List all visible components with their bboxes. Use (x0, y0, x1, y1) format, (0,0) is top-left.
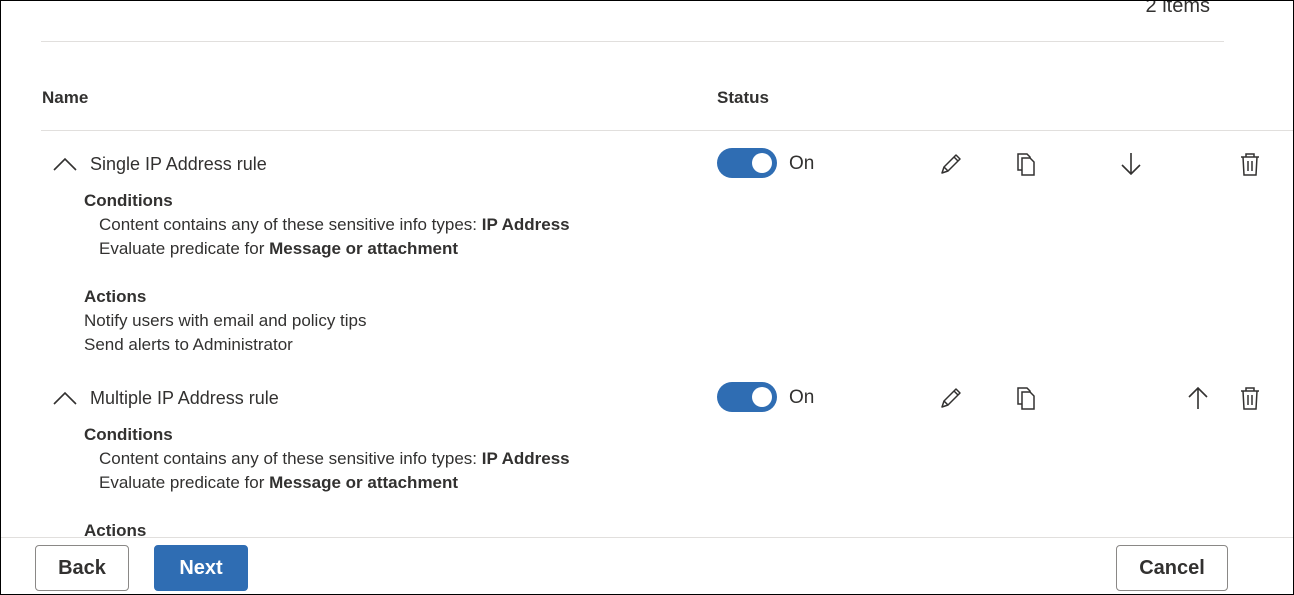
action-line: Notify users with email and policy tips (84, 311, 367, 330)
conditions-title: Conditions (84, 191, 173, 210)
condition-line: Evaluate predicate for Message or attach… (99, 473, 459, 492)
arrow-down-icon[interactable] (1116, 149, 1146, 179)
actions-title: Actions (84, 287, 147, 306)
header-divider (41, 130, 1293, 131)
chevron-up-icon[interactable] (53, 391, 77, 405)
arrow-up-icon[interactable] (1183, 383, 1213, 413)
status-toggle[interactable] (717, 382, 777, 412)
trash-icon[interactable] (1235, 383, 1265, 413)
status-toggle[interactable] (717, 148, 777, 178)
back-button[interactable]: Back (35, 545, 129, 591)
items-count: 2 items (1145, 0, 1210, 17)
rule-name[interactable]: Multiple IP Address rule (90, 388, 279, 409)
status-label: On (789, 387, 815, 408)
condition-line: Content contains any of these sensitive … (99, 215, 570, 234)
column-header-name: Name (42, 88, 89, 107)
cancel-button[interactable]: Cancel (1116, 545, 1228, 591)
chevron-up-icon[interactable] (53, 157, 77, 171)
pencil-icon[interactable] (936, 149, 966, 179)
condition-line: Evaluate predicate for Message or attach… (99, 239, 459, 258)
wizard-panel: 2 items Name Status Single IP Address ru… (0, 0, 1294, 595)
action-line: Send alerts to Administrator (84, 335, 293, 354)
condition-line: Content contains any of these sensitive … (99, 449, 570, 468)
copy-icon[interactable] (1011, 149, 1041, 179)
status-label: On (789, 153, 815, 174)
wizard-footer: Back Next Cancel (1, 537, 1293, 594)
pencil-icon[interactable] (936, 383, 966, 413)
conditions-title: Conditions (84, 425, 173, 444)
rule-name[interactable]: Single IP Address rule (90, 154, 267, 175)
column-header-status: Status (717, 88, 769, 107)
next-button[interactable]: Next (154, 545, 248, 591)
divider (41, 41, 1224, 42)
copy-icon[interactable] (1011, 383, 1041, 413)
trash-icon[interactable] (1235, 149, 1265, 179)
